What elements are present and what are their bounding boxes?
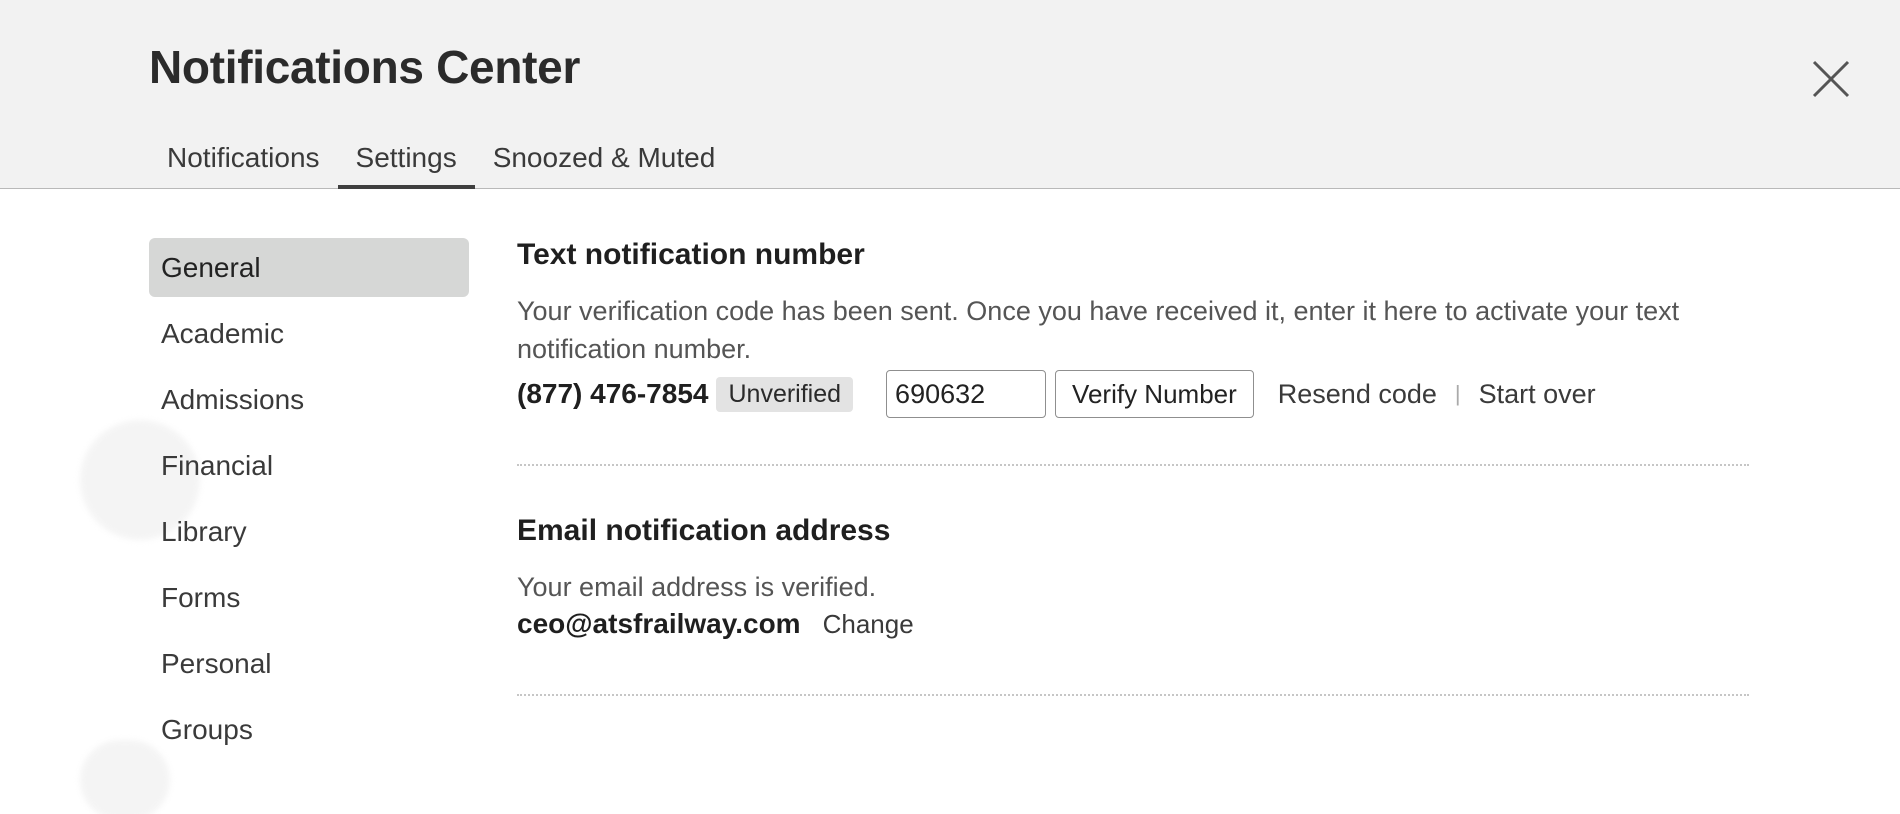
resend-code-link[interactable]: Resend code	[1278, 379, 1437, 410]
email-notification-description: Your email address is verified.	[517, 572, 877, 602]
start-over-link[interactable]: Start over	[1479, 379, 1596, 410]
tab-snoozed-muted[interactable]: Snoozed & Muted	[475, 136, 734, 189]
status-badge: Unverified	[716, 376, 854, 412]
email-address: ceo@atsfrailway.com	[517, 608, 801, 639]
change-email-link[interactable]: Change	[823, 609, 914, 640]
sidebar-item-general[interactable]: General	[149, 238, 469, 297]
page-title: Notifications Center	[149, 41, 581, 93]
link-separator: |	[1454, 381, 1461, 406]
text-notification-title: Text notification number	[517, 238, 865, 271]
section-divider	[517, 464, 1749, 466]
email-notification-title: Email notification address	[517, 514, 891, 547]
modal-header: Notifications Center Notifications Setti…	[0, 0, 1900, 189]
verify-number-button[interactable]: Verify Number	[1055, 370, 1254, 418]
verification-code-input[interactable]	[886, 370, 1047, 418]
sidebar-item-personal[interactable]: Personal	[149, 634, 469, 693]
sidebar-item-financial[interactable]: Financial	[149, 436, 469, 495]
settings-sidebar: General Academic Admissions Financial Li…	[149, 238, 469, 766]
tab-settings[interactable]: Settings	[337, 136, 475, 189]
close-button[interactable]	[1808, 56, 1854, 102]
email-row: ceo@atsfrailway.com Change	[517, 608, 914, 640]
phone-number: (877) 476-7854	[517, 378, 709, 409]
sidebar-item-groups[interactable]: Groups	[149, 700, 469, 759]
phone-verification-row: (877) 476-7854 Unverified Verify Number …	[517, 370, 1596, 418]
close-icon	[1812, 60, 1850, 98]
tab-notifications[interactable]: Notifications	[149, 136, 338, 189]
sidebar-item-library[interactable]: Library	[149, 502, 469, 561]
sidebar-item-admissions[interactable]: Admissions	[149, 370, 469, 429]
section-divider	[517, 694, 1749, 696]
sidebar-item-academic[interactable]: Academic	[149, 304, 469, 363]
tab-bar: Notifications Settings Snoozed & Muted	[149, 136, 733, 189]
sidebar-item-forms[interactable]: Forms	[149, 568, 469, 627]
text-notification-description: Your verification code has been sent. On…	[517, 296, 1680, 364]
